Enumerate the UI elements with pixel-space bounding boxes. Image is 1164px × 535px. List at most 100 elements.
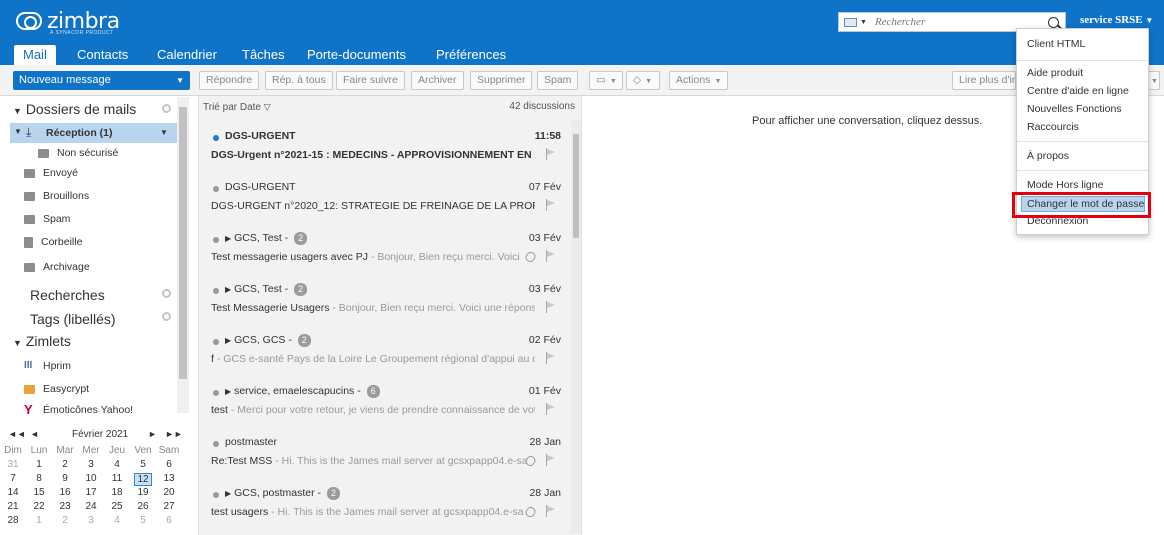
expand-thread-icon[interactable]: ▶ <box>225 336 231 345</box>
sidebar-item-corbeille[interactable]: Corbeille <box>24 232 82 252</box>
flag-icon[interactable] <box>545 301 555 313</box>
list-item[interactable]: ▶ GCS, postmaster - 2 28 Jan test usagers … <box>199 477 569 529</box>
delete-button[interactable]: Supprimer <box>470 71 533 90</box>
list-item[interactable]: ▶ GCS, Test - 2 03 Fév Test Messagerie Usa… <box>199 273 569 325</box>
calendar-day[interactable]: 3 <box>78 459 104 470</box>
read-status-icon[interactable] <box>213 441 219 447</box>
forward-button[interactable]: Faire suivre <box>336 71 405 90</box>
archive-button[interactable]: Archiver <box>411 71 464 90</box>
gear-icon[interactable] <box>162 289 171 298</box>
chevron-down-icon[interactable]: ▼ <box>176 71 184 90</box>
print-button[interactable]: ▭ ▼ <box>589 71 623 90</box>
calendar-day[interactable]: 13 <box>156 473 182 484</box>
actions-button[interactable]: Actions ▼ <box>669 71 729 90</box>
mail-type-icon[interactable] <box>844 17 857 27</box>
expand-thread-icon[interactable]: ▶ <box>225 285 231 294</box>
calendar-day[interactable]: 9 <box>52 473 78 484</box>
calendar-day[interactable]: 1 <box>26 459 52 470</box>
list-item[interactable]: ▶ GCS, Test - 2 03 Fév Test messagerie usa… <box>199 222 569 274</box>
read-status-icon[interactable] <box>213 339 219 345</box>
calendar-day[interactable]: 31 <box>0 459 26 470</box>
read-status-icon[interactable] <box>213 135 219 141</box>
prev-year-icon[interactable]: ◄◄ <box>8 429 26 439</box>
tab-porte-documents[interactable]: Porte-documents <box>298 45 415 65</box>
gear-icon[interactable] <box>162 104 171 113</box>
next-year-icon[interactable]: ►► <box>165 429 183 439</box>
sidebar-item-brouillons[interactable]: Brouillons <box>24 186 89 206</box>
zimbra-logo[interactable]: zimbra A SYNACOR PRODUCT <box>16 6 146 36</box>
list-item[interactable]: DGS-URGENT 07 Fév DGS-URGENT n°2020_12: ST… <box>199 171 569 223</box>
tags-header[interactable]: Tags (libellés) <box>30 309 116 329</box>
list-item[interactable]: ▶ service, emaelescapucins - 6 01 Fév test… <box>199 375 569 427</box>
chevron-down-icon[interactable]: ▼ <box>160 128 168 137</box>
tab-mail[interactable]: Mail <box>14 45 56 65</box>
search-icon[interactable] <box>1048 16 1059 28</box>
calendar-day[interactable]: 7 <box>0 473 26 484</box>
prev-month-icon[interactable]: ◄ <box>30 429 39 439</box>
zimlet-yahoo-emoticons[interactable]: Y Émoticônes Yahoo! <box>24 400 133 420</box>
calendar-day[interactable]: 5 <box>130 459 156 470</box>
calendar-day[interactable]: 26 <box>130 501 156 512</box>
menu-item-product-help[interactable]: Aide produit <box>1027 67 1083 79</box>
flag-icon[interactable] <box>545 403 555 415</box>
calendar-day[interactable]: 22 <box>26 501 52 512</box>
list-scrollbar[interactable] <box>571 120 581 534</box>
calendar-day[interactable]: 25 <box>104 501 130 512</box>
read-status-icon[interactable] <box>213 288 219 294</box>
menu-item-new-features[interactable]: Nouvelles Fonctions <box>1027 103 1122 115</box>
calendar-day[interactable]: 5 <box>130 515 156 526</box>
calendar-day[interactable]: 8 <box>26 473 52 484</box>
tab-contacts[interactable]: Contacts <box>68 45 137 65</box>
tab-taches[interactable]: Tâches <box>233 45 294 65</box>
flag-icon[interactable] <box>545 454 555 466</box>
calendar-day[interactable]: 15 <box>26 487 52 498</box>
search-input[interactable]: Rechercher <box>875 16 1048 28</box>
flag-icon[interactable] <box>545 250 555 262</box>
calendar-day[interactable]: 2 <box>52 459 78 470</box>
tab-preferences[interactable]: Préférences <box>427 45 515 65</box>
sidebar-item-inbox[interactable]: ▼ ⤓ Réception (1) ▼ <box>10 123 177 143</box>
flag-icon[interactable] <box>545 352 555 364</box>
flag-icon[interactable] <box>545 505 555 517</box>
sidebar-item-spam[interactable]: Spam <box>24 209 70 229</box>
view-options-button[interactable]: ▼ <box>1148 71 1160 90</box>
calendar-day[interactable]: 6 <box>156 459 182 470</box>
reply-all-button[interactable]: Rép. à tous <box>265 71 333 90</box>
sort-button[interactable]: Trié par Date ▽ <box>203 96 271 119</box>
calendar-day[interactable]: 20 <box>156 487 182 498</box>
gear-icon[interactable] <box>162 312 171 321</box>
scrollbar-thumb[interactable] <box>179 107 187 379</box>
menu-item-offline-mode[interactable]: Mode Hors ligne <box>1027 179 1103 191</box>
tag-button[interactable]: ◇ ▼ <box>626 71 660 90</box>
calendar-day[interactable]: 17 <box>78 487 104 498</box>
sidebar-item-non-securise[interactable]: Non sécurisé <box>38 143 118 163</box>
new-message-button[interactable]: Nouveau message ▼ <box>13 71 190 90</box>
flag-icon[interactable] <box>545 148 555 160</box>
folder-scrollbar[interactable] <box>177 97 189 413</box>
reply-button[interactable]: Répondre <box>199 71 260 90</box>
user-menu-button[interactable]: service SRSE ▼ <box>1080 14 1153 26</box>
calendar-day[interactable]: 4 <box>104 459 130 470</box>
calendar-day[interactable]: 6 <box>156 515 182 526</box>
calendar-day[interactable]: 12 <box>134 473 152 486</box>
calendar-day[interactable]: 11 <box>104 473 130 484</box>
menu-item-about[interactable]: À propos <box>1027 150 1069 162</box>
menu-item-html-client[interactable]: Client HTML <box>1027 38 1085 50</box>
sidebar-item-archivage[interactable]: Archivage <box>24 257 90 277</box>
calendar-day[interactable]: 23 <box>52 501 78 512</box>
calendar-day[interactable]: 2 <box>52 515 78 526</box>
calendar-day[interactable]: 4 <box>104 515 130 526</box>
expand-thread-icon[interactable]: ▶ <box>225 234 231 243</box>
sidebar-item-envoye[interactable]: Envoyé <box>24 163 78 183</box>
menu-item-online-help[interactable]: Centre d'aide en ligne <box>1027 85 1129 97</box>
spam-button[interactable]: Spam <box>537 71 579 90</box>
calendar-day[interactable]: 28 <box>0 515 26 526</box>
list-item[interactable]: DGS-URGENT 11:58 DGS-Urgent n°2021-15 : ME… <box>199 120 569 172</box>
zimlet-hprim[interactable]: III Hprim <box>24 356 71 376</box>
read-status-icon[interactable] <box>213 390 219 396</box>
list-item[interactable]: ▶ GCS, GCS - 2 02 Fév f - GCS e-santé Pays… <box>199 324 569 376</box>
calendar-day[interactable]: 27 <box>156 501 182 512</box>
zimlets-header[interactable]: ▼ Zimlets <box>13 331 71 351</box>
list-item[interactable]: postmaster 28 Jan Re:Test MSS - Hi. This i… <box>199 426 569 478</box>
chevron-down-icon[interactable]: ▼ <box>860 19 867 26</box>
